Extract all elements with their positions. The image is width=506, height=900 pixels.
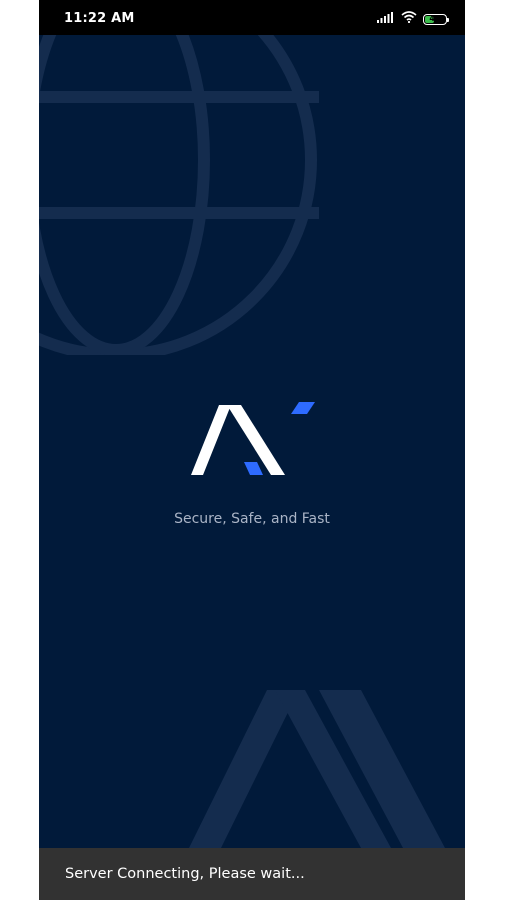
status-time: 11:22 AM xyxy=(64,11,135,26)
tagline: Secure, Safe, and Fast xyxy=(174,511,330,527)
wifi-icon xyxy=(401,10,417,28)
globe-icon xyxy=(39,35,319,355)
logo-watermark-icon xyxy=(189,690,445,848)
signal-icon xyxy=(377,10,395,28)
status-icons: 44 xyxy=(377,10,449,28)
status-bar: 11:22 AM 44 xyxy=(39,0,465,35)
battery-level: 44 xyxy=(429,14,441,23)
battery-icon: 44 xyxy=(423,13,449,25)
battery-tip xyxy=(447,17,449,22)
snackbar-message: Server Connecting, Please wait... xyxy=(65,866,305,882)
snackbar: Server Connecting, Please wait... xyxy=(39,848,465,900)
app-logo-icon xyxy=(191,402,315,475)
app-screen: 11:22 AM 44 Secure, Safe, and Fast Serve… xyxy=(39,0,465,900)
